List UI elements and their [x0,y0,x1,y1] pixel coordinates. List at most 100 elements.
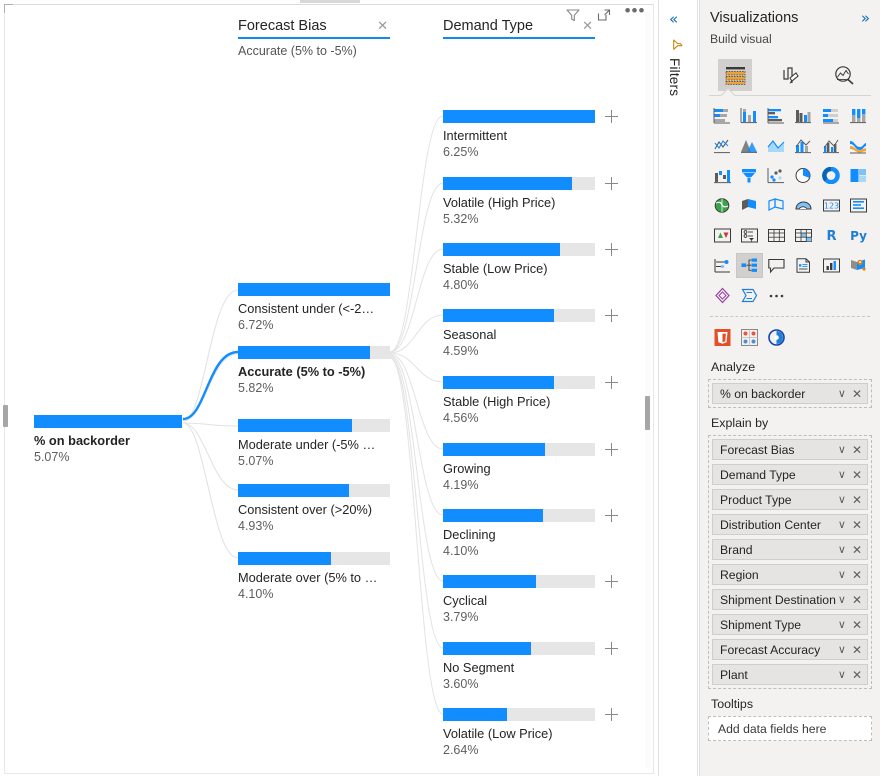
filters-label[interactable]: Filters [667,58,682,96]
expand-node-icon[interactable] [603,640,620,657]
stacked-area-chart-icon[interactable] [763,133,790,158]
expand-node-icon[interactable] [603,507,620,524]
tree-node[interactable]: No Segment 3.60% [443,642,618,692]
chevron-down-icon[interactable]: ∨ [836,443,848,456]
tree-node[interactable]: Cyclical 3.79% [443,575,618,625]
analyze-well[interactable]: % on backorder ∨ ✕ [708,379,872,408]
more-options-icon[interactable]: ••• [625,2,645,24]
line-chart-icon[interactable] [709,133,736,158]
clustered-bar-chart-icon[interactable] [763,103,790,128]
chevron-down-icon[interactable]: ∨ [836,468,848,481]
power-apps-icon[interactable] [709,283,736,308]
tree-node[interactable]: Volatile (High Price) 5.32% [443,177,618,227]
custom-visual-icon[interactable] [763,325,790,350]
funnel-chart-icon[interactable] [736,163,763,188]
tree-node[interactable]: Intermittent 6.25% [443,110,618,160]
filter-icon[interactable] [671,38,686,57]
qna-icon[interactable] [763,253,790,278]
power-automate-icon[interactable] [736,283,763,308]
tree-scrollbar-left-thumb[interactable] [3,405,8,427]
pie-chart-icon[interactable] [790,163,817,188]
tree-root-node[interactable]: % on backorder 5.07% [34,415,182,465]
stacked-column-chart-icon[interactable] [736,103,763,128]
close-icon[interactable]: ✕ [580,18,595,33]
area-chart-icon[interactable] [736,133,763,158]
field-chip-product-type[interactable]: Product Type ∨ ✕ [712,489,868,510]
filled-map-icon[interactable] [736,193,763,218]
format-visual-tab[interactable] [773,59,807,91]
expand-node-icon[interactable] [603,241,620,258]
tree-node[interactable]: Declining 4.10% [443,509,618,559]
remove-field-icon[interactable]: ✕ [848,518,863,532]
field-chip-brand[interactable]: Brand ∨ ✕ [712,539,868,560]
chevron-down-icon[interactable]: ∨ [836,618,848,631]
kpi-icon[interactable] [709,223,736,248]
expand-node-icon[interactable] [603,573,620,590]
tooltips-well[interactable]: Add data fields here [708,716,872,741]
table-icon[interactable] [763,223,790,248]
remove-field-icon[interactable]: ✕ [848,618,863,632]
line-stacked-column-chart-icon[interactable] [790,133,817,158]
multi-row-card-icon[interactable] [845,193,872,218]
scatter-chart-icon[interactable] [763,163,790,188]
collapse-pane-icon[interactable]: « [669,10,678,28]
tree-node[interactable]: Consistent under (<-2… 6.72% [238,283,390,333]
python-visual-icon[interactable]: Py [845,223,872,248]
expand-node-icon[interactable] [603,441,620,458]
remove-field-icon[interactable]: ✕ [848,643,863,657]
metrics-icon[interactable] [818,253,845,278]
expand-node-icon[interactable] [603,307,620,324]
remove-field-icon[interactable]: ✕ [848,468,863,482]
map-icon[interactable] [709,193,736,218]
tree-scrollbar-track[interactable] [645,12,650,768]
chevron-down-icon[interactable]: ∨ [836,593,848,606]
tree-node[interactable]: Moderate over (5% to … 4.10% [238,552,390,602]
r-script-visual-icon[interactable]: R [818,223,845,248]
stacked-bar-chart-icon[interactable] [709,103,736,128]
expand-node-icon[interactable] [603,108,620,125]
clustered-column-chart-icon[interactable] [790,103,817,128]
card-icon[interactable]: 123 [818,193,845,218]
remove-field-icon[interactable]: ✕ [848,668,863,682]
build-visual-tab[interactable] [718,59,753,91]
azure-map-icon[interactable] [790,193,817,218]
remove-field-icon[interactable]: ✕ [848,493,863,507]
chevron-down-icon[interactable]: ∨ [836,493,848,506]
expand-node-icon[interactable] [603,175,620,192]
html-content-icon[interactable] [709,325,736,350]
tree-node[interactable]: Moderate under (-5% … 5.07% [238,419,390,469]
donut-chart-icon[interactable] [818,163,845,188]
field-chip-forecast-bias[interactable]: Forecast Bias ∨ ✕ [712,439,868,460]
slicer-icon[interactable] [736,223,763,248]
remove-field-icon[interactable]: ✕ [848,593,863,607]
hundred-stacked-column-chart-icon[interactable] [845,103,872,128]
remove-field-icon[interactable]: ✕ [848,568,863,582]
key-influencers-icon[interactable] [709,253,736,278]
remove-field-icon[interactable]: ✕ [848,387,863,401]
analytics-tab[interactable] [828,59,862,91]
tree-node[interactable]: Stable (Low Price) 4.80% [443,243,618,293]
field-chip-forecast-accuracy[interactable]: Forecast Accuracy ∨ ✕ [712,639,868,660]
tree-node[interactable]: Consistent over (>20%) 4.93% [238,484,390,534]
chevron-down-icon[interactable]: ∨ [836,643,848,656]
expand-node-icon[interactable] [603,706,620,723]
expand-pane-icon[interactable]: » [861,9,870,27]
field-chip-distribution-center[interactable]: Distribution Center ∨ ✕ [712,514,868,535]
explain-by-well[interactable]: Forecast Bias ∨ ✕ Demand Type ∨ ✕ Produc… [708,435,872,689]
tree-node[interactable]: Seasonal 4.59% [443,309,618,359]
smart-narrative-icon[interactable] [790,253,817,278]
decomposition-tree-icon[interactable] [736,253,764,278]
shape-map-icon[interactable] [763,193,790,218]
tree-node-selected[interactable]: Accurate (5% to -5%) 5.82% [238,346,390,396]
field-chip-analyze[interactable]: % on backorder ∨ ✕ [712,383,868,404]
tree-node[interactable]: Volatile (Low Price) 2.64% [443,708,618,758]
tree-node[interactable]: Growing 4.19% [443,443,618,493]
close-icon[interactable]: ✕ [375,18,390,33]
custom-matrix-icon[interactable] [736,325,763,350]
remove-field-icon[interactable]: ✕ [848,543,863,557]
chevron-down-icon[interactable]: ∨ [836,668,848,681]
matrix-icon[interactable] [790,223,817,248]
ribbon-chart-icon[interactable] [845,133,872,158]
tree-scrollbar-thumb[interactable] [645,396,650,430]
field-chip-shipment-destination[interactable]: Shipment Destination ∨ ✕ [712,589,868,610]
